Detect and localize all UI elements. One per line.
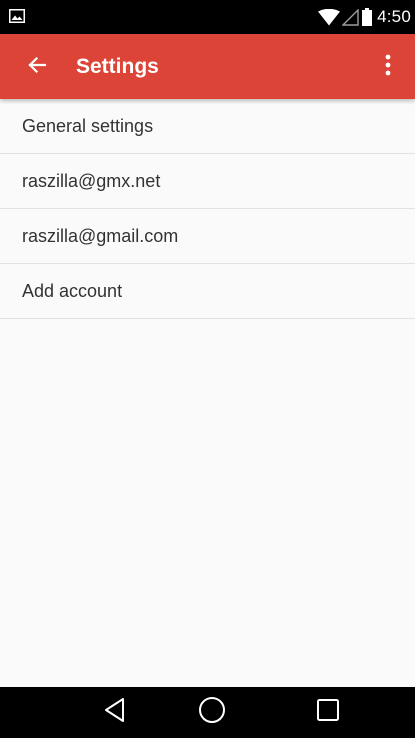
nav-home-button[interactable] [182,687,242,738]
battery-icon [362,8,373,26]
more-options-button[interactable] [373,48,403,86]
status-bar: 4:50 [0,0,415,34]
nav-home-icon [198,696,226,729]
nav-back-icon [103,697,127,728]
settings-screen: 4:50 Settings General settings raszilla@… [0,0,415,738]
back-button[interactable] [18,48,56,86]
signal-icon [342,8,359,26]
status-icons: 4:50 [318,0,411,34]
status-time: 4:50 [377,7,411,26]
page-title: Settings [76,55,159,78]
list-item-general-settings[interactable]: General settings [0,99,415,154]
nav-back-button[interactable] [85,687,145,738]
more-vert-icon [385,54,391,81]
list-item-label: Add account [22,280,123,301]
settings-list: General settings raszilla@gmx.net raszil… [0,99,415,319]
image-notification-icon [9,9,25,23]
app-bar: Settings [0,34,415,99]
list-item-account-gmx[interactable]: raszilla@gmx.net [0,154,415,209]
list-item-add-account[interactable]: Add account [0,264,415,319]
nav-recents-icon [316,698,340,727]
nav-recents-button[interactable] [298,687,358,738]
list-item-label: raszilla@gmail.com [22,225,179,246]
list-item-label: raszilla@gmx.net [22,170,161,191]
arrow-back-icon [27,55,47,80]
list-item-account-gmail[interactable]: raszilla@gmail.com [0,209,415,264]
list-item-label: General settings [22,115,154,136]
navigation-bar [0,687,415,738]
wifi-icon [318,8,341,26]
